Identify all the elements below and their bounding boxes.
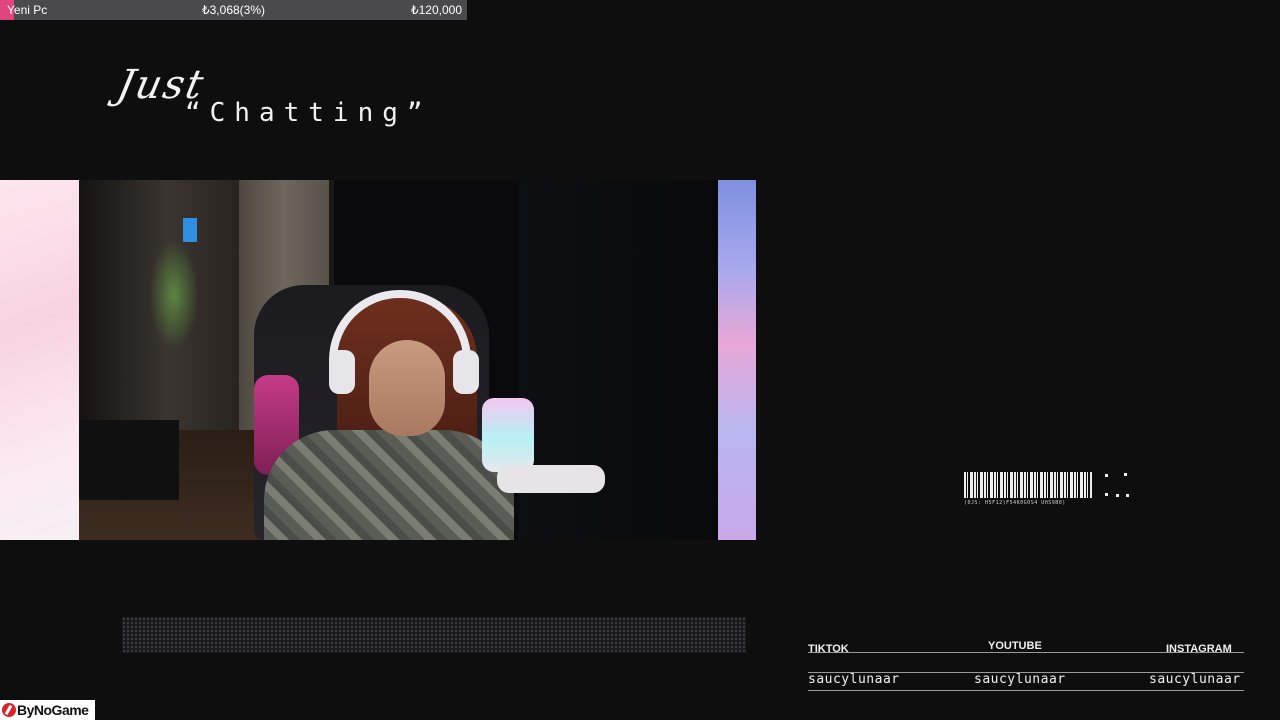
- green-light-glow: [149, 240, 199, 350]
- room-rug: [79, 420, 179, 500]
- dotted-bar-decoration: [122, 617, 746, 653]
- social-divider-bottom: [808, 690, 1244, 691]
- barcode-code-text: (0JS: H5F12)F54K0G0S4 UHS9B0): [964, 500, 1066, 506]
- headset-earcup-left: [329, 350, 355, 394]
- social-label-instagram: INSTAGRAM: [1166, 643, 1232, 655]
- social-handle-youtube: saucylunaar: [974, 672, 1066, 687]
- barcode-corner-marks: [1104, 472, 1132, 498]
- goal-target-text: ₺120,000: [410, 3, 462, 17]
- headset-earcup-right: [453, 350, 479, 394]
- social-label-tiktok: TIKTOK: [808, 643, 849, 655]
- goal-name: Yeni Pc: [7, 3, 48, 17]
- social-handle-tiktok: saucylunaar: [808, 672, 900, 687]
- social-handle-instagram: saucylunaar: [1149, 672, 1241, 687]
- title-main: “Chatting”: [185, 98, 432, 128]
- barcode-icon: [964, 472, 1092, 498]
- watermark-text: ByNoGame: [17, 702, 89, 718]
- microphone: [482, 398, 534, 472]
- social-divider-top: [808, 652, 1244, 653]
- streamer-body: [264, 430, 514, 540]
- blue-light: [183, 218, 197, 242]
- donation-goal-bar: Yeni Pc ₺3,068(3%) ₺120,000: [0, 0, 467, 20]
- goal-progress-text: ₺3,068(3%): [202, 3, 265, 17]
- webcam-video: [79, 180, 718, 540]
- camera-frame-right-panel: [718, 180, 756, 540]
- bynogame-logo-icon: [2, 703, 16, 717]
- bynogame-watermark: ByNoGame: [0, 700, 95, 720]
- social-label-youtube: YOUTUBE: [988, 640, 1042, 652]
- camera-frame-left-panel: [0, 180, 79, 540]
- microphone-stand: [497, 465, 605, 493]
